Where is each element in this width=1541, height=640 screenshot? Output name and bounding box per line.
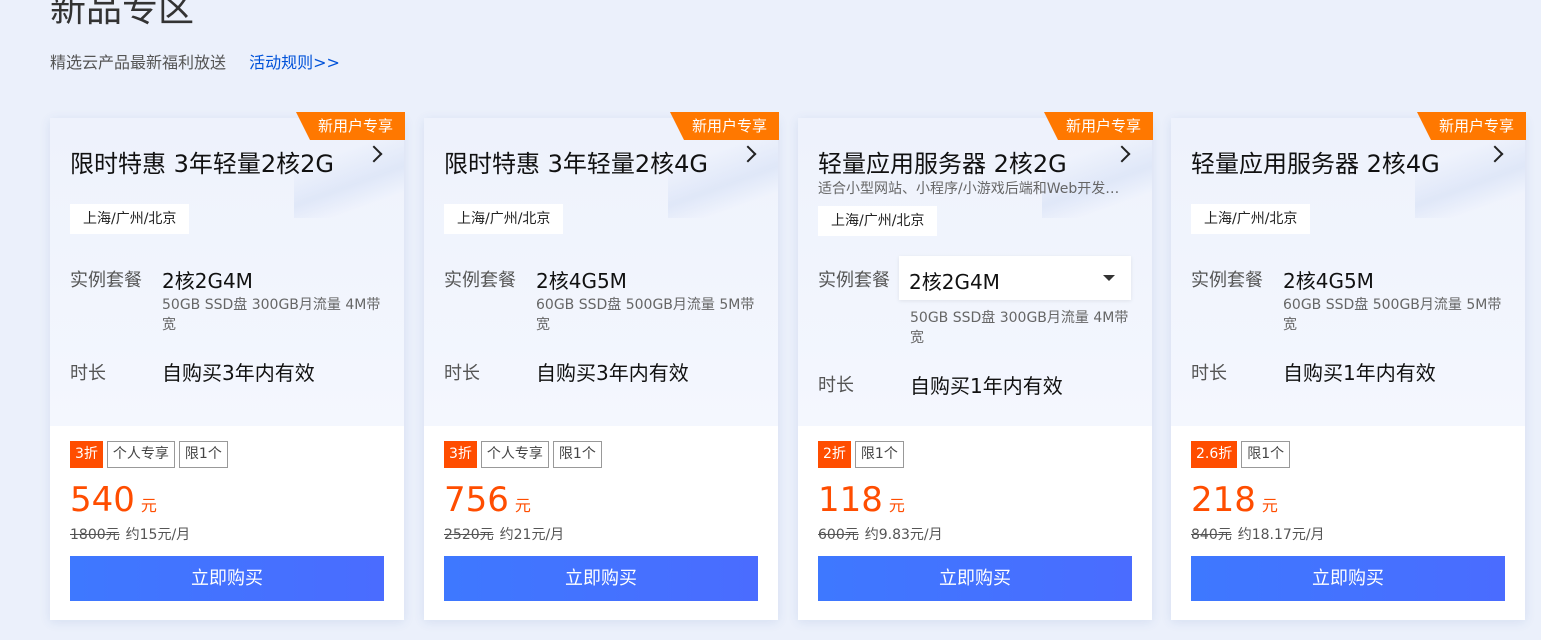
price: 756 元: [444, 480, 531, 520]
spec-label: 实例套餐: [818, 270, 890, 291]
region-tag: 上海/广州/北京: [1191, 204, 1311, 234]
region-tag: 上海/广州/北京: [70, 204, 190, 234]
tag-list: 2.6折 限1个: [1191, 441, 1291, 468]
limit-tag: 限1个: [178, 441, 228, 468]
monthly-price: 约18.17元/月: [1237, 527, 1325, 543]
duration-label: 时长: [1191, 363, 1227, 384]
spec-note: 50GB SSD盘 300GB月流量 4M带宽: [162, 297, 381, 333]
product-title[interactable]: 限时特惠 3年轻量2核2G: [70, 144, 334, 179]
original-price: 1800元: [70, 527, 120, 543]
new-user-badge: 新用户专享: [295, 112, 405, 140]
original-price-line: 840元 约18.17元/月: [1191, 524, 1325, 544]
product-card: 新用户专享 轻量应用服务器 2核4G 上海/广州/北京 实例套餐 2核4G5M …: [1171, 112, 1526, 620]
spec-value: 2核4G5M: [1283, 269, 1374, 293]
buy-now-button[interactable]: 立即购买: [818, 556, 1132, 601]
section-description: 精选云产品最新福利放送: [50, 53, 227, 72]
original-price-line: 1800元 约15元/月: [70, 524, 190, 544]
product-title[interactable]: 轻量应用服务器 2核2G: [818, 144, 1067, 179]
product-card: 新用户专享 限时特惠 3年轻量2核4G 上海/广州/北京 实例套餐 2核4G5M…: [424, 112, 779, 620]
limit-tag: 限1个: [552, 441, 602, 468]
product-title[interactable]: 轻量应用服务器 2核4G: [1191, 144, 1440, 179]
region-tag: 上海/广州/北京: [818, 206, 938, 236]
product-card: 新用户专享 限时特惠 3年轻量2核2G 上海/广州/北京 实例套餐 2核2G4M…: [50, 112, 405, 620]
duration-label: 时长: [818, 375, 854, 396]
buy-now-button[interactable]: 立即购买: [70, 556, 384, 601]
spec-note: 50GB SSD盘 300GB月流量 4M带宽: [910, 310, 1129, 346]
spec-select-value: 2核2G4M: [909, 270, 1000, 294]
price-value: 540: [70, 480, 135, 520]
section-title: 新品专区: [50, 0, 195, 30]
new-user-badge: 新用户专享: [1416, 112, 1526, 140]
buy-now-button[interactable]: 立即购买: [444, 556, 758, 601]
price-value: 756: [444, 480, 509, 520]
original-price: 840元: [1191, 527, 1232, 543]
monthly-price: 约15元/月: [125, 527, 191, 543]
price-unit: 元: [514, 496, 531, 515]
discount-tag: 2.6折: [1191, 441, 1238, 468]
spec-label: 实例套餐: [1191, 270, 1263, 291]
discount-tag: 3折: [70, 441, 103, 468]
price-value: 218: [1191, 480, 1256, 520]
duration-value: 自购买3年内有效: [536, 361, 689, 385]
new-user-badge: 新用户专享: [1043, 112, 1153, 140]
discount-tag: 2折: [818, 441, 851, 468]
price: 118 元: [818, 480, 905, 520]
product-description: 适合小型网站、小程序/小游戏后端和Web开发测试: [818, 181, 1128, 197]
spec-select[interactable]: 2核2G4M: [899, 256, 1131, 300]
spec-note: 60GB SSD盘 500GB月流量 5M带宽: [536, 297, 755, 333]
tag-list: 3折 个人专享 限1个: [70, 441, 228, 468]
buy-now-button[interactable]: 立即购买: [1191, 556, 1505, 601]
price: 218 元: [1191, 480, 1278, 520]
duration-label: 时长: [444, 363, 480, 384]
caret-down-icon: [1103, 275, 1115, 281]
section-subline: 精选云产品最新福利放送 活动规则>>: [50, 52, 340, 74]
duration-value: 自购买3年内有效: [162, 361, 315, 385]
product-card: 新用户专享 轻量应用服务器 2核2G 适合小型网站、小程序/小游戏后端和Web开…: [798, 112, 1153, 620]
spec-value: 2核4G5M: [536, 269, 627, 293]
price-unit: 元: [140, 496, 157, 515]
region-tag: 上海/广州/北京: [444, 204, 564, 234]
price-unit: 元: [1261, 496, 1278, 515]
price-value: 118: [818, 480, 883, 520]
price-unit: 元: [888, 496, 905, 515]
spec-value: 2核2G4M: [162, 269, 253, 293]
tag-list: 3折 个人专享 限1个: [444, 441, 602, 468]
tag-list: 2折 限1个: [818, 441, 904, 468]
price: 540 元: [70, 480, 157, 520]
product-title[interactable]: 限时特惠 3年轻量2核4G: [444, 144, 708, 179]
discount-tag: 3折: [444, 441, 477, 468]
personal-tag: 个人专享: [106, 441, 175, 468]
original-price: 2520元: [444, 527, 494, 543]
spec-label: 实例套餐: [70, 270, 142, 291]
limit-tag: 限1个: [1241, 441, 1291, 468]
monthly-price: 约9.83元/月: [864, 527, 943, 543]
spec-label: 实例套餐: [444, 270, 516, 291]
limit-tag: 限1个: [854, 441, 904, 468]
duration-label: 时长: [70, 363, 106, 384]
duration-value: 自购买1年内有效: [1283, 361, 1436, 385]
original-price-line: 600元 约9.83元/月: [818, 524, 943, 544]
personal-tag: 个人专享: [480, 441, 549, 468]
spec-note: 60GB SSD盘 500GB月流量 5M带宽: [1283, 297, 1502, 333]
new-user-badge: 新用户专享: [669, 112, 779, 140]
monthly-price: 约21元/月: [499, 527, 565, 543]
duration-value: 自购买1年内有效: [910, 374, 1063, 398]
original-price: 600元: [818, 527, 859, 543]
original-price-line: 2520元 约21元/月: [444, 524, 564, 544]
activity-rules-link[interactable]: 活动规则>>: [249, 53, 340, 72]
